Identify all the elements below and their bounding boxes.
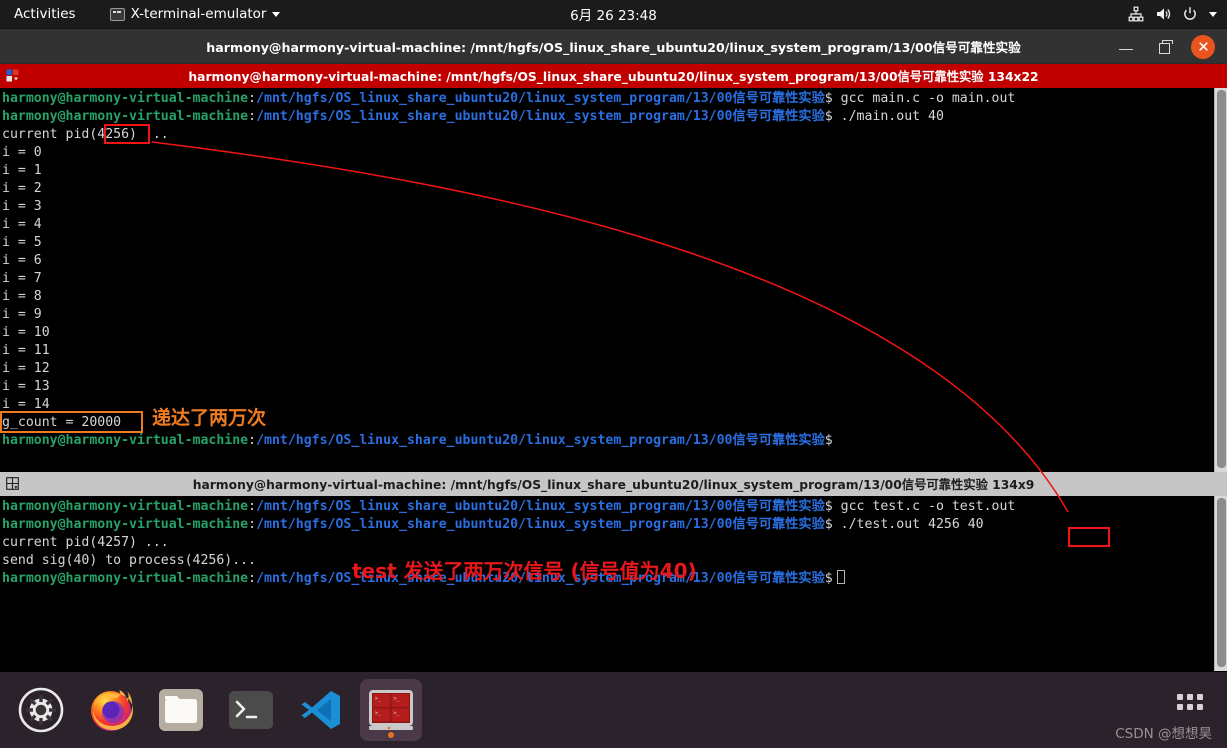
terminal-line: i = 11 (2, 343, 50, 358)
dock-item-settings[interactable] (10, 679, 72, 741)
gnome-top-bar: Activities X-terminal-emulator 6月 26 23:… (0, 0, 1227, 29)
system-tray[interactable] (1128, 6, 1217, 22)
grid-dot (1197, 704, 1203, 710)
terminal-line: i = 6 (2, 253, 42, 268)
annotation-note-orange: 递达了两万次 (152, 407, 267, 429)
running-indicator-dot (388, 732, 394, 738)
grid-dot (1177, 704, 1183, 710)
dock: >_ >_ >_ >_ (0, 672, 1227, 748)
watermark-text: CSDN @想想昊 (1115, 726, 1212, 742)
terminal-scrollbar-top[interactable] (1214, 88, 1227, 472)
split-layout-icon[interactable] (3, 64, 23, 88)
terminal-line: i = 3 (2, 199, 42, 214)
minimize-button[interactable] (1115, 36, 1137, 58)
terminal-app-icon (109, 7, 125, 21)
terminal-line: i = 5 (2, 235, 42, 250)
terminal-line: i = 1 (2, 163, 42, 178)
firefox-icon (91, 690, 133, 731)
terminal-line: harmony@harmony-virtual-machine:/mnt/hgf… (2, 91, 1016, 106)
maximize-button[interactable] (1153, 36, 1175, 58)
system-menu-chevron-icon[interactable] (1209, 11, 1217, 17)
dock-item-terminator[interactable]: >_ >_ >_ >_ (360, 679, 422, 741)
scrollbar-thumb[interactable] (1217, 498, 1226, 667)
gear-icon (18, 687, 64, 733)
terminal-line: i = 10 (2, 325, 50, 340)
pane-titlebar-bottom[interactable]: harmony@harmony-virtual-machine: /mnt/hg… (0, 472, 1227, 496)
dock-item-files[interactable] (150, 679, 212, 741)
terminal-line: harmony@harmony-virtual-machine:/mnt/hgf… (2, 433, 833, 448)
network-icon[interactable] (1128, 6, 1144, 22)
svg-text:>_: >_ (394, 696, 401, 702)
terminal-line: harmony@harmony-virtual-machine:/mnt/hgf… (2, 109, 944, 124)
close-button[interactable] (1191, 34, 1215, 59)
dock-item-firefox[interactable] (80, 679, 142, 741)
grid-dot (1197, 694, 1203, 700)
terminal-line: harmony@harmony-virtual-machine:/mnt/hgf… (2, 517, 984, 532)
grid-dot (1187, 694, 1193, 700)
terminal-cursor (836, 570, 845, 584)
terminal-line: i = 0 (2, 145, 42, 160)
terminal-scrollbar-bottom[interactable] (1214, 496, 1227, 671)
vscode-icon (301, 691, 340, 729)
terminal-line: i = 4 (2, 217, 42, 232)
dock-item-vscode[interactable] (290, 679, 352, 741)
terminal-line: current pid(4257) ... (2, 535, 169, 550)
grid-dot (1187, 704, 1193, 710)
terminator-icon: >_ >_ >_ >_ (369, 690, 413, 730)
desktop-screen: Activities X-terminal-emulator 6月 26 23:… (0, 0, 1227, 748)
window-title-text: harmony@harmony-virtual-machine: /mnt/hg… (206, 39, 1021, 55)
clock-label: 6月 26 23:48 (570, 8, 657, 24)
terminal-line: current pid(4256) ... (2, 127, 169, 142)
pane-title-bottom-text: harmony@harmony-virtual-machine: /mnt/hg… (192, 478, 1035, 492)
terminal-line: i = 9 (2, 307, 42, 322)
svg-text:>_: >_ (375, 711, 382, 717)
power-icon[interactable] (1182, 6, 1198, 22)
window-controls (1115, 29, 1221, 64)
pane-titlebar-top[interactable]: harmony@harmony-virtual-machine: /mnt/hg… (0, 64, 1227, 88)
volume-icon[interactable] (1155, 6, 1171, 22)
chevron-down-icon (272, 11, 281, 17)
terminal-line: i = 12 (2, 361, 50, 376)
scrollbar-thumb[interactable] (1217, 90, 1226, 468)
terminal-line: harmony@harmony-virtual-machine:/mnt/hgf… (2, 499, 1016, 514)
app-menu-button[interactable]: X-terminal-emulator (109, 6, 281, 22)
window-titlebar[interactable]: harmony@harmony-virtual-machine: /mnt/hg… (0, 29, 1227, 64)
svg-text:>_: >_ (394, 711, 401, 717)
terminal-line: i = 2 (2, 181, 42, 196)
terminal-line: i = 7 (2, 271, 42, 286)
dock-item-terminal[interactable] (220, 679, 282, 741)
show-applications-button[interactable] (1177, 694, 1203, 714)
split-layout-icon-bottom[interactable] (3, 472, 23, 496)
annotation-note-red: test 发送了两万次信号 (信号值为40) (352, 559, 697, 583)
window-title: harmony@harmony-virtual-machine: /mnt/hg… (0, 37, 1227, 56)
terminal-line: i = 13 (2, 379, 50, 394)
files-icon (159, 689, 203, 731)
activities-button[interactable]: Activities (0, 6, 88, 22)
svg-text:>_: >_ (375, 696, 382, 702)
grid-dot (1177, 694, 1183, 700)
terminal-line: i = 8 (2, 289, 42, 304)
terminal-icon (229, 691, 273, 729)
close-icon (1198, 42, 1208, 51)
pane-title-top-text: harmony@harmony-virtual-machine: /mnt/hg… (188, 70, 1039, 84)
app-menu-label: X-terminal-emulator (130, 6, 267, 22)
